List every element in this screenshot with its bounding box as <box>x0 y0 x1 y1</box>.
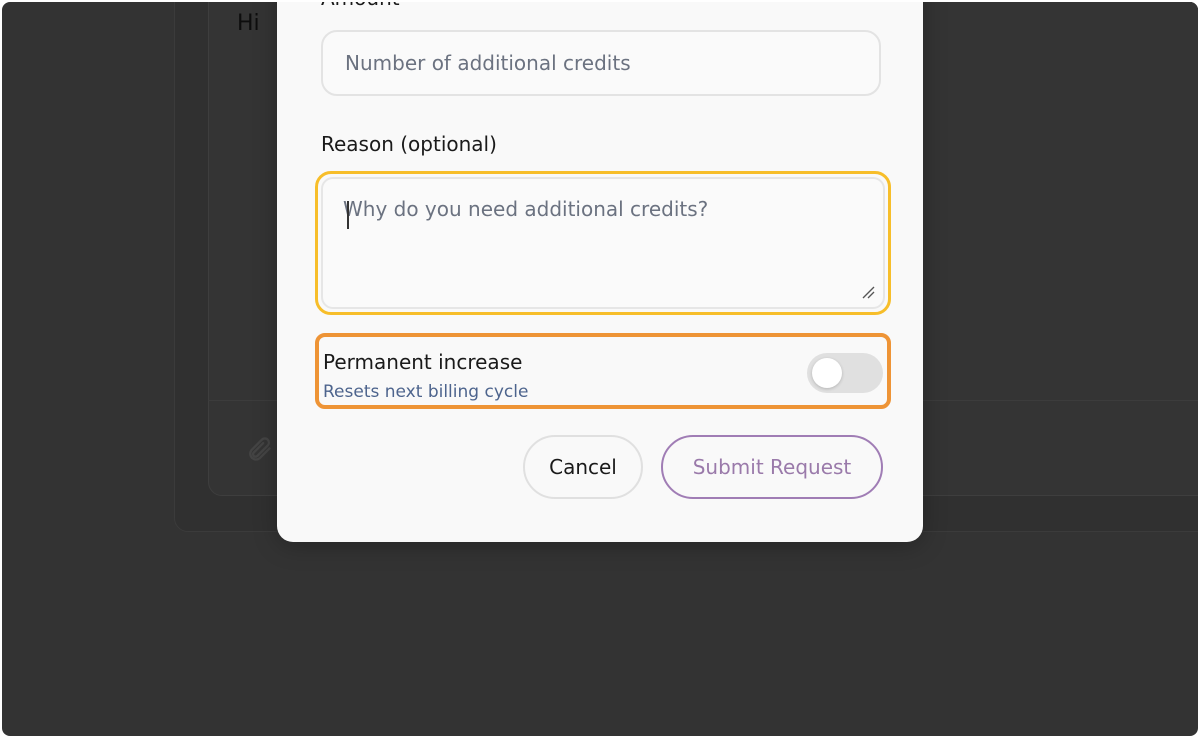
credit-request-modal: Amount Reason (optional) Permanent incre… <box>277 2 923 542</box>
toggle-knob <box>812 358 842 388</box>
amount-label: Amount <box>321 2 400 10</box>
background-message: Hi <box>237 11 260 36</box>
submit-request-button[interactable]: Submit Request <box>661 435 883 499</box>
reason-field-container <box>321 177 885 309</box>
screen: Hi Amount Reason (optional) Permanent in… <box>2 2 1198 736</box>
reason-label: Reason (optional) <box>321 132 497 156</box>
permanent-increase-label: Permanent increase <box>323 350 523 374</box>
resize-handle-icon[interactable] <box>859 283 875 299</box>
permanent-increase-subtitle: Resets next billing cycle <box>323 382 529 402</box>
paperclip-icon <box>249 437 271 461</box>
permanent-increase-row: Permanent increase Resets next billing c… <box>315 333 891 409</box>
reason-textarea[interactable] <box>321 177 885 309</box>
amount-input[interactable] <box>321 30 881 96</box>
permanent-increase-toggle[interactable] <box>807 353 883 393</box>
cancel-button[interactable]: Cancel <box>523 435 643 499</box>
reason-focus-ring <box>315 171 891 315</box>
text-caret <box>347 201 349 229</box>
